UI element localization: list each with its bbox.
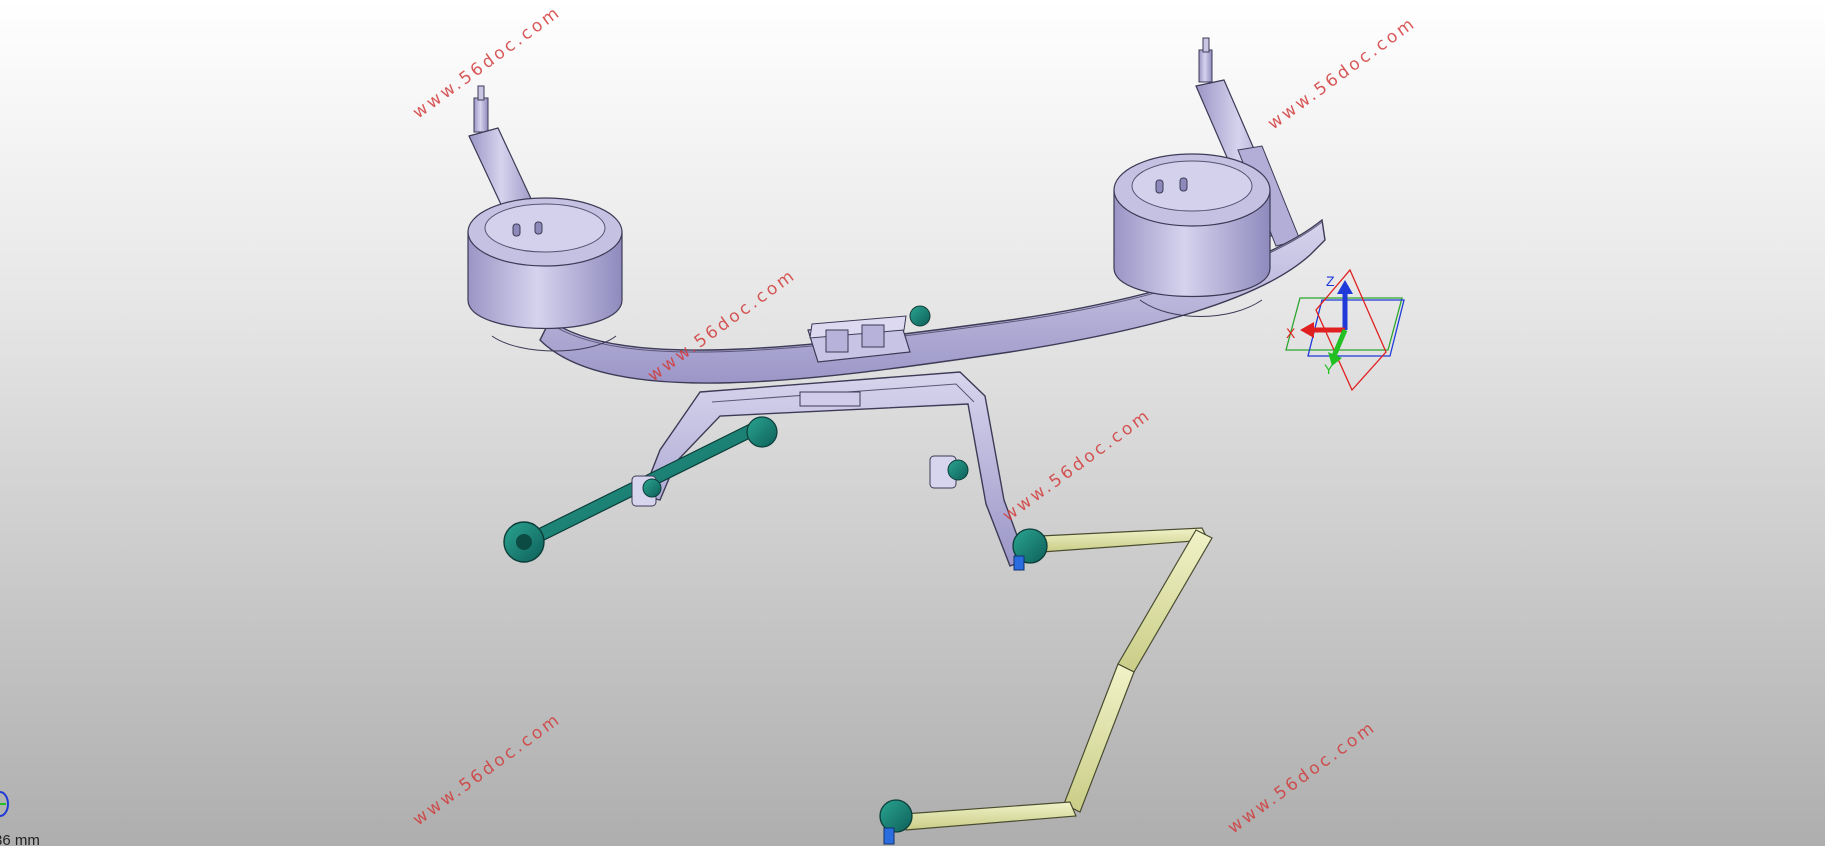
compass-icon[interactable] [0,786,12,822]
stabilizer-bar[interactable] [879,527,1213,845]
suspension-assembly-model[interactable]: Z X Y [0,0,1825,846]
triad-z-label: Z [1326,273,1335,289]
triad-x-label: X [1286,325,1296,341]
scale-indicator: 36 mm [0,832,40,846]
left-air-spring[interactable] [467,197,623,352]
lower-link-rod[interactable] [503,416,969,563]
triad-y-label: Y [1324,361,1334,377]
orientation-triad[interactable]: Z X Y [1285,268,1405,392]
cad-3d-viewport[interactable]: Z X Y www.56doc.com www.56doc.com www.56… [0,0,1825,846]
